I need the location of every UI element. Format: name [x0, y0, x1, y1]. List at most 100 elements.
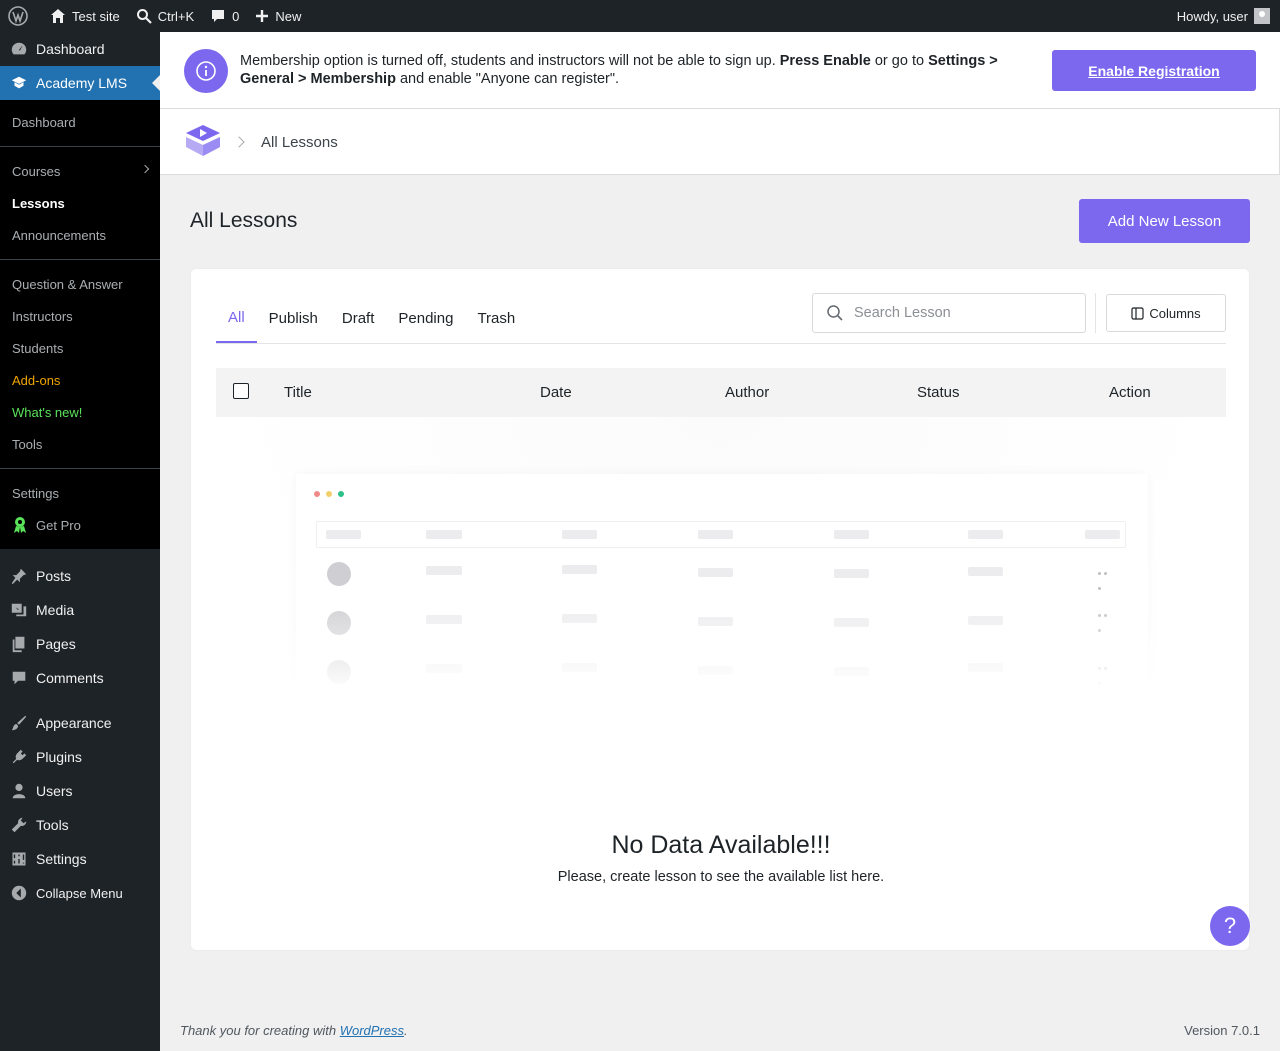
search-lesson-input[interactable]: [854, 305, 1054, 321]
collapse-menu-button[interactable]: Collapse Menu: [0, 876, 160, 910]
menu-users[interactable]: Users: [0, 774, 160, 808]
user-icon: [12, 783, 26, 799]
comment-icon: [12, 671, 26, 685]
submenu-students[interactable]: Students: [0, 332, 160, 364]
columns-button[interactable]: Columns: [1106, 294, 1226, 332]
avatar: [327, 562, 351, 586]
search-shortcut-label: Ctrl+K: [157, 8, 195, 24]
site-name-link[interactable]: Test site: [42, 0, 128, 32]
submenu-whats-new[interactable]: What's new!: [0, 396, 160, 428]
pages-icon: [12, 636, 25, 653]
submenu-settings[interactable]: Settings: [0, 477, 160, 509]
window-dot-green: [338, 491, 344, 497]
page-title: All Lessons: [190, 209, 298, 232]
footer-version: Version 7.0.1: [1184, 1023, 1260, 1038]
menu-dashboard[interactable]: Dashboard: [0, 32, 160, 66]
comments-count: 0: [232, 8, 240, 24]
comments-link[interactable]: 0: [202, 0, 247, 32]
menu-settings[interactable]: Settings: [0, 842, 160, 876]
tab-draft[interactable]: Draft: [330, 293, 387, 343]
get-pro-label: Get Pro: [36, 517, 81, 533]
comment-bubble-icon: [212, 10, 225, 22]
settings-sliders-icon: [11, 851, 27, 867]
search-box[interactable]: [812, 293, 1086, 333]
menu-comments-label: Comments: [36, 670, 104, 686]
search-icon: [827, 305, 843, 321]
window-dot-yellow: [326, 491, 332, 497]
tab-trash[interactable]: Trash: [465, 293, 527, 343]
help-button[interactable]: ?: [1210, 906, 1250, 946]
collapse-menu-label: Collapse Menu: [36, 885, 123, 901]
breadcrumb: All Lessons: [160, 109, 1280, 175]
submenu-divider: [0, 146, 160, 147]
new-content-link[interactable]: New: [247, 0, 309, 32]
tab-pending[interactable]: Pending: [386, 293, 465, 343]
account-menu[interactable]: Howdy, user: [1177, 8, 1280, 24]
footer-text: Thank you for creating with: [180, 1023, 340, 1038]
academy-logo-icon[interactable]: [184, 123, 222, 162]
skeleton-bar: [834, 530, 869, 539]
admin-sidebar: Dashboard Academy LMS Dashboard Courses …: [0, 32, 160, 1051]
breadcrumb-current: All Lessons: [261, 134, 338, 151]
submenu-dashboard[interactable]: Dashboard: [0, 106, 160, 138]
submenu-announcements[interactable]: Announcements: [0, 219, 160, 251]
notice-text: Membership option is turned off, student…: [240, 53, 780, 69]
academy-cap-icon: [11, 76, 27, 89]
menu-comments[interactable]: Comments: [0, 661, 160, 695]
menu-posts[interactable]: Posts: [0, 559, 160, 593]
add-new-lesson-button[interactable]: Add New Lesson: [1079, 199, 1250, 243]
membership-notice: Membership option is turned off, student…: [160, 32, 1280, 109]
user-avatar: [1254, 8, 1270, 24]
submenu-addons[interactable]: Add-ons: [0, 364, 160, 396]
submenu-instructors[interactable]: Instructors: [0, 300, 160, 332]
menu-settings-label: Settings: [36, 851, 87, 867]
award-badge-icon: [14, 517, 26, 533]
notice-text: or go to: [870, 53, 929, 69]
select-all-checkbox[interactable]: [233, 383, 249, 399]
submenu-question-answer[interactable]: Question & Answer: [0, 268, 160, 300]
notice-text: and enable "Anyone can register".: [395, 71, 620, 87]
table-header: Title Date Author Status Action: [216, 368, 1226, 417]
column-date[interactable]: Date: [540, 384, 572, 401]
submenu-lessons[interactable]: Lessons: [0, 187, 160, 219]
search-shortcut[interactable]: Ctrl+K: [128, 0, 202, 32]
menu-academy-lms[interactable]: Academy LMS: [0, 66, 160, 100]
menu-tools[interactable]: Tools: [0, 808, 160, 842]
home-icon: [51, 9, 65, 23]
lessons-card: All Publish Draft Pending Trash Columns …: [190, 268, 1250, 951]
menu-academy-label: Academy LMS: [36, 75, 128, 91]
column-title[interactable]: Title: [284, 384, 312, 401]
menu-plugins-label: Plugins: [36, 749, 82, 765]
wordpress-logo-icon[interactable]: [0, 0, 42, 32]
column-status[interactable]: Status: [917, 384, 960, 401]
submenu-get-pro[interactable]: Get Pro: [0, 509, 160, 541]
plus-icon: [256, 10, 269, 22]
pushpin-icon: [11, 568, 27, 585]
menu-appearance[interactable]: Appearance: [0, 706, 160, 740]
column-author[interactable]: Author: [725, 384, 769, 401]
empty-state-title: No Data Available!!!: [611, 831, 831, 859]
menu-media[interactable]: Media: [0, 593, 160, 627]
menu-pages[interactable]: Pages: [0, 627, 160, 661]
submenu-divider: [0, 468, 160, 469]
submenu-tools[interactable]: Tools: [0, 428, 160, 460]
skeleton-bar: [562, 530, 597, 539]
tab-publish[interactable]: Publish: [257, 293, 330, 343]
skeleton-bar: [698, 530, 733, 539]
skeleton-bar: [968, 567, 1003, 576]
tab-all[interactable]: All: [216, 293, 257, 343]
window-dot-red: [314, 491, 320, 497]
search-icon: [136, 9, 152, 24]
academy-submenu: Dashboard Courses Lessons Announcements …: [0, 100, 160, 549]
site-name: Test site: [72, 8, 120, 24]
menu-plugins[interactable]: Plugins: [0, 740, 160, 774]
skeleton-bar: [698, 568, 733, 577]
wordpress-link[interactable]: WordPress: [340, 1023, 404, 1038]
submenu-courses[interactable]: Courses: [0, 155, 160, 187]
plug-icon: [12, 749, 27, 764]
skeleton-bar: [426, 566, 462, 575]
enable-registration-button[interactable]: Enable Registration: [1052, 50, 1256, 91]
notice-bold-enable: Press Enable: [779, 53, 871, 69]
more-dots-icon: [1098, 572, 1114, 590]
tabs-divider: [216, 343, 1226, 344]
